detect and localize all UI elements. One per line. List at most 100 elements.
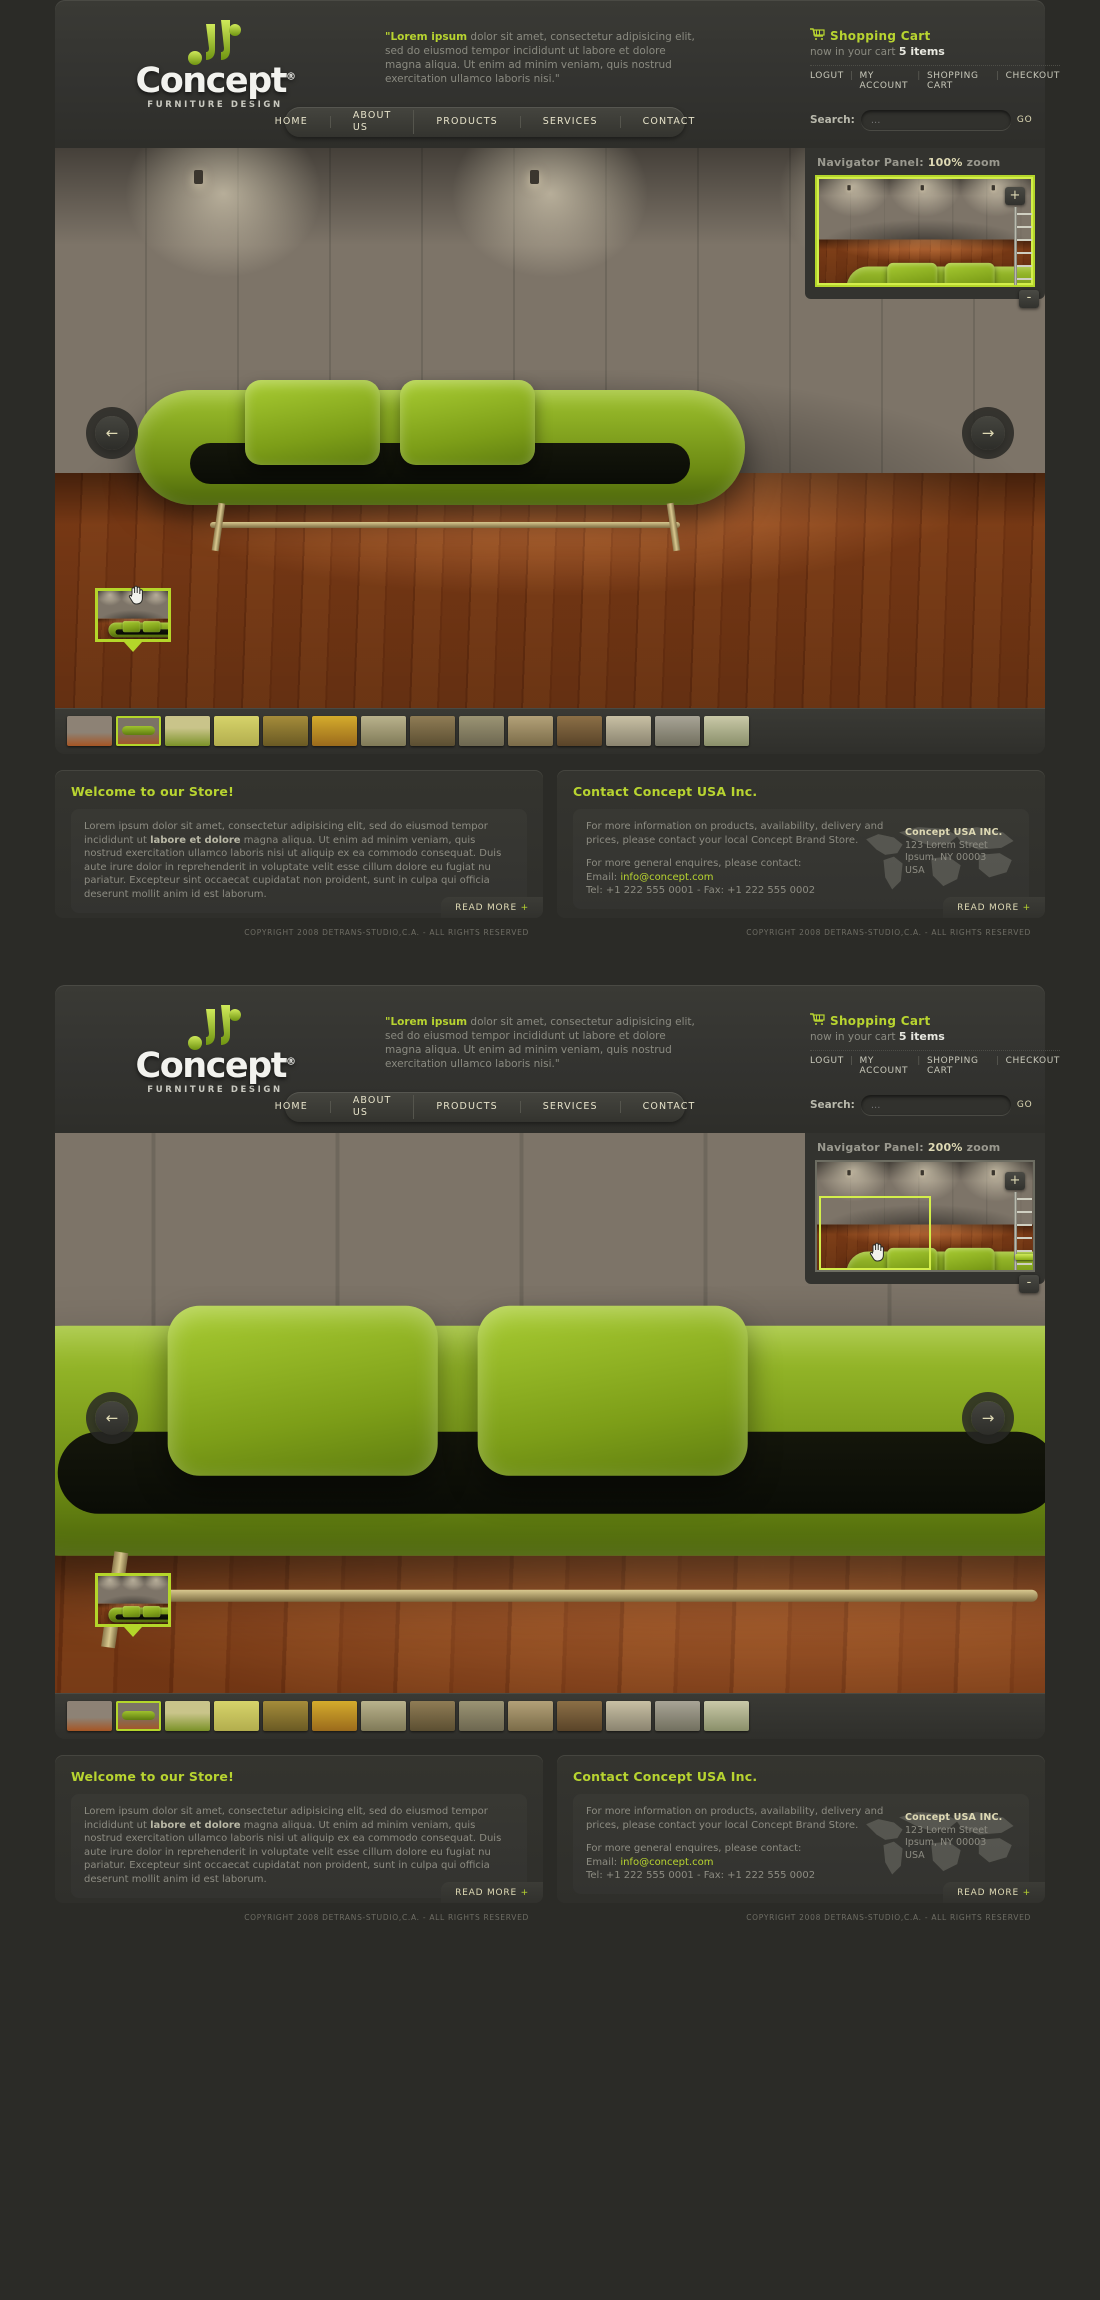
site-header-bottom: Concept® FURNITURE DESIGN "Lorem ipsum d… xyxy=(55,985,1060,1133)
zoom-slider-track-top[interactable] xyxy=(1014,207,1032,285)
tagline-lead: "Lorem ipsum xyxy=(385,31,468,43)
next-image-button-top[interactable]: → xyxy=(971,416,1005,450)
arrow-cursor-icon xyxy=(128,585,143,605)
zoom-out-button-bottom[interactable]: - xyxy=(1019,1275,1039,1293)
thumbnail-item[interactable] xyxy=(606,1701,651,1731)
zoom-slider-top[interactable]: + xyxy=(1005,187,1032,285)
logo-wordmark: Concept® xyxy=(135,64,296,99)
nav-item-about-us[interactable]: ABOUT US xyxy=(331,1095,415,1119)
welcome-read-more-button[interactable]: READ MORE + xyxy=(441,1882,543,1903)
thumbnail-item[interactable] xyxy=(655,716,700,746)
thumbnail-item[interactable] xyxy=(165,716,210,746)
contact-panel-top: Contact Concept USA Inc. For more inform… xyxy=(557,770,1045,918)
logo-bottom[interactable]: Concept® FURNITURE DESIGN xyxy=(135,1003,296,1095)
thumbnail-item[interactable] xyxy=(312,716,357,746)
prev-image-button-bottom[interactable]: ← xyxy=(95,1401,129,1435)
nav-item-products[interactable]: PRODUCTS xyxy=(414,116,521,128)
thumbnail-item[interactable] xyxy=(704,1701,749,1731)
thumbnail-item[interactable] xyxy=(410,1701,455,1731)
link-checkout[interactable]: CHECKOUT xyxy=(1006,71,1060,91)
shopping-cart-icon xyxy=(810,28,825,43)
navigator-thumbnail-bottom[interactable]: + xyxy=(815,1160,1035,1272)
company-name: Concept USA INC. xyxy=(905,827,1003,838)
search-input[interactable] xyxy=(860,1095,1011,1115)
prev-image-button-top[interactable]: ← xyxy=(95,416,129,450)
thumbnail-item[interactable] xyxy=(263,1701,308,1731)
cart-title-row[interactable]: Shopping Cart xyxy=(810,1013,1060,1028)
zoom-slider-bottom[interactable]: + xyxy=(1005,1172,1033,1270)
logo[interactable]: Concept® FURNITURE DESIGN xyxy=(135,18,296,110)
thumbnail-item[interactable] xyxy=(214,716,259,746)
logo-registered: ® xyxy=(285,1056,296,1068)
link-logout[interactable]: LOGUT xyxy=(810,1056,844,1076)
search-input[interactable] xyxy=(860,110,1011,130)
nav-item-products[interactable]: PRODUCTS xyxy=(414,1101,521,1113)
thumbnail-item[interactable] xyxy=(459,716,504,746)
nav-item-home[interactable]: HOME xyxy=(253,1101,331,1113)
thumbnail-item[interactable] xyxy=(508,716,553,746)
zoom-in-button-bottom[interactable]: + xyxy=(1005,1172,1025,1190)
email-label: Email: xyxy=(586,1856,618,1868)
thumbnail-item-selected[interactable] xyxy=(116,716,161,746)
email-link[interactable]: info@concept.com xyxy=(620,1857,713,1868)
link-shopping-cart[interactable]: SHOPPING CART xyxy=(927,71,990,91)
thumbnail-item[interactable] xyxy=(361,1701,406,1731)
search-go-button[interactable]: GO xyxy=(1017,115,1033,125)
contact-heading: Contact Concept USA Inc. xyxy=(573,1769,758,1784)
link-shopping-cart[interactable]: SHOPPING CART xyxy=(927,1056,990,1076)
link-sep: | xyxy=(995,1056,1000,1066)
scene-lamp xyxy=(193,170,203,184)
thumbnail-item[interactable] xyxy=(67,716,112,746)
nav-item-about-us[interactable]: ABOUT US xyxy=(331,110,415,134)
email-link[interactable]: info@concept.com xyxy=(620,872,713,883)
thumbnail-item[interactable] xyxy=(557,1701,602,1731)
link-logout[interactable]: LOGUT xyxy=(810,71,844,91)
thumbnail-item-selected[interactable] xyxy=(116,1701,161,1731)
plus-icon: + xyxy=(1022,903,1031,913)
thumbnail-item[interactable] xyxy=(361,716,406,746)
link-my-account[interactable]: MY ACCOUNT xyxy=(859,71,911,91)
next-image-button-bottom[interactable]: → xyxy=(971,1401,1005,1435)
link-sep: | xyxy=(849,71,854,81)
contact-phone-row: Tel: +1 222 555 0001 - Fax: +1 222 555 0… xyxy=(586,1870,816,1882)
thumbnail-item[interactable] xyxy=(557,716,602,746)
thumbnail-item[interactable] xyxy=(410,716,455,746)
nav-item-services[interactable]: SERVICES xyxy=(521,1101,621,1113)
thumbnail-item[interactable] xyxy=(704,716,749,746)
copyright-left: COPYRIGHT 2008 DETRANS-STUDIO,C.A. - ALL… xyxy=(244,1913,529,1922)
welcome-read-more-button[interactable]: READ MORE + xyxy=(441,897,543,918)
zoom-slider-track-bottom[interactable] xyxy=(1014,1192,1033,1270)
contact-para-1: For more information on products, availa… xyxy=(586,821,884,846)
thumbnail-item[interactable] xyxy=(459,1701,504,1731)
tagline-lead: "Lorem ipsum xyxy=(385,1016,468,1028)
contact-read-more-button[interactable]: READ MORE + xyxy=(943,897,1045,918)
thumbnail-item[interactable] xyxy=(508,1701,553,1731)
thumbnail-item[interactable] xyxy=(263,716,308,746)
zoom-out-button-top[interactable]: - xyxy=(1019,290,1039,308)
navigator-thumbnail-top[interactable]: + xyxy=(815,175,1035,287)
link-checkout[interactable]: CHECKOUT xyxy=(1006,1056,1060,1076)
logo-name: Concept xyxy=(135,1046,288,1086)
cart-title-row[interactable]: Shopping Cart xyxy=(810,28,1060,43)
selected-thumb-marker-bottom[interactable] xyxy=(95,1573,171,1627)
selected-thumb-pointer-bottom xyxy=(124,1627,142,1637)
thumbnail-item[interactable] xyxy=(214,1701,259,1731)
nav-item-services[interactable]: SERVICES xyxy=(521,116,621,128)
thumbnail-item[interactable] xyxy=(606,716,651,746)
contact-read-more-button[interactable]: READ MORE + xyxy=(943,1882,1045,1903)
thumbnail-item[interactable] xyxy=(67,1701,112,1731)
nav-item-contact[interactable]: CONTACT xyxy=(621,1101,718,1113)
sofa-rail xyxy=(210,522,680,528)
address-line-2: Ipsum, NY 00003 xyxy=(905,1837,987,1848)
nav-item-contact[interactable]: CONTACT xyxy=(621,116,718,128)
zoom-in-button-top[interactable]: + xyxy=(1005,187,1025,205)
link-my-account[interactable]: MY ACCOUNT xyxy=(859,1056,911,1076)
content-row-bottom: Welcome to our Store! Lorem ipsum dolor … xyxy=(55,1755,1045,1903)
thumbnail-strip-bottom xyxy=(55,1693,1045,1739)
nav-item-home[interactable]: HOME xyxy=(253,116,331,128)
thumbnail-item[interactable] xyxy=(655,1701,700,1731)
search-go-button[interactable]: GO xyxy=(1017,1100,1033,1110)
thumbnail-item[interactable] xyxy=(312,1701,357,1731)
welcome-panel-top: Welcome to our Store! Lorem ipsum dolor … xyxy=(55,770,543,918)
thumbnail-item[interactable] xyxy=(165,1701,210,1731)
